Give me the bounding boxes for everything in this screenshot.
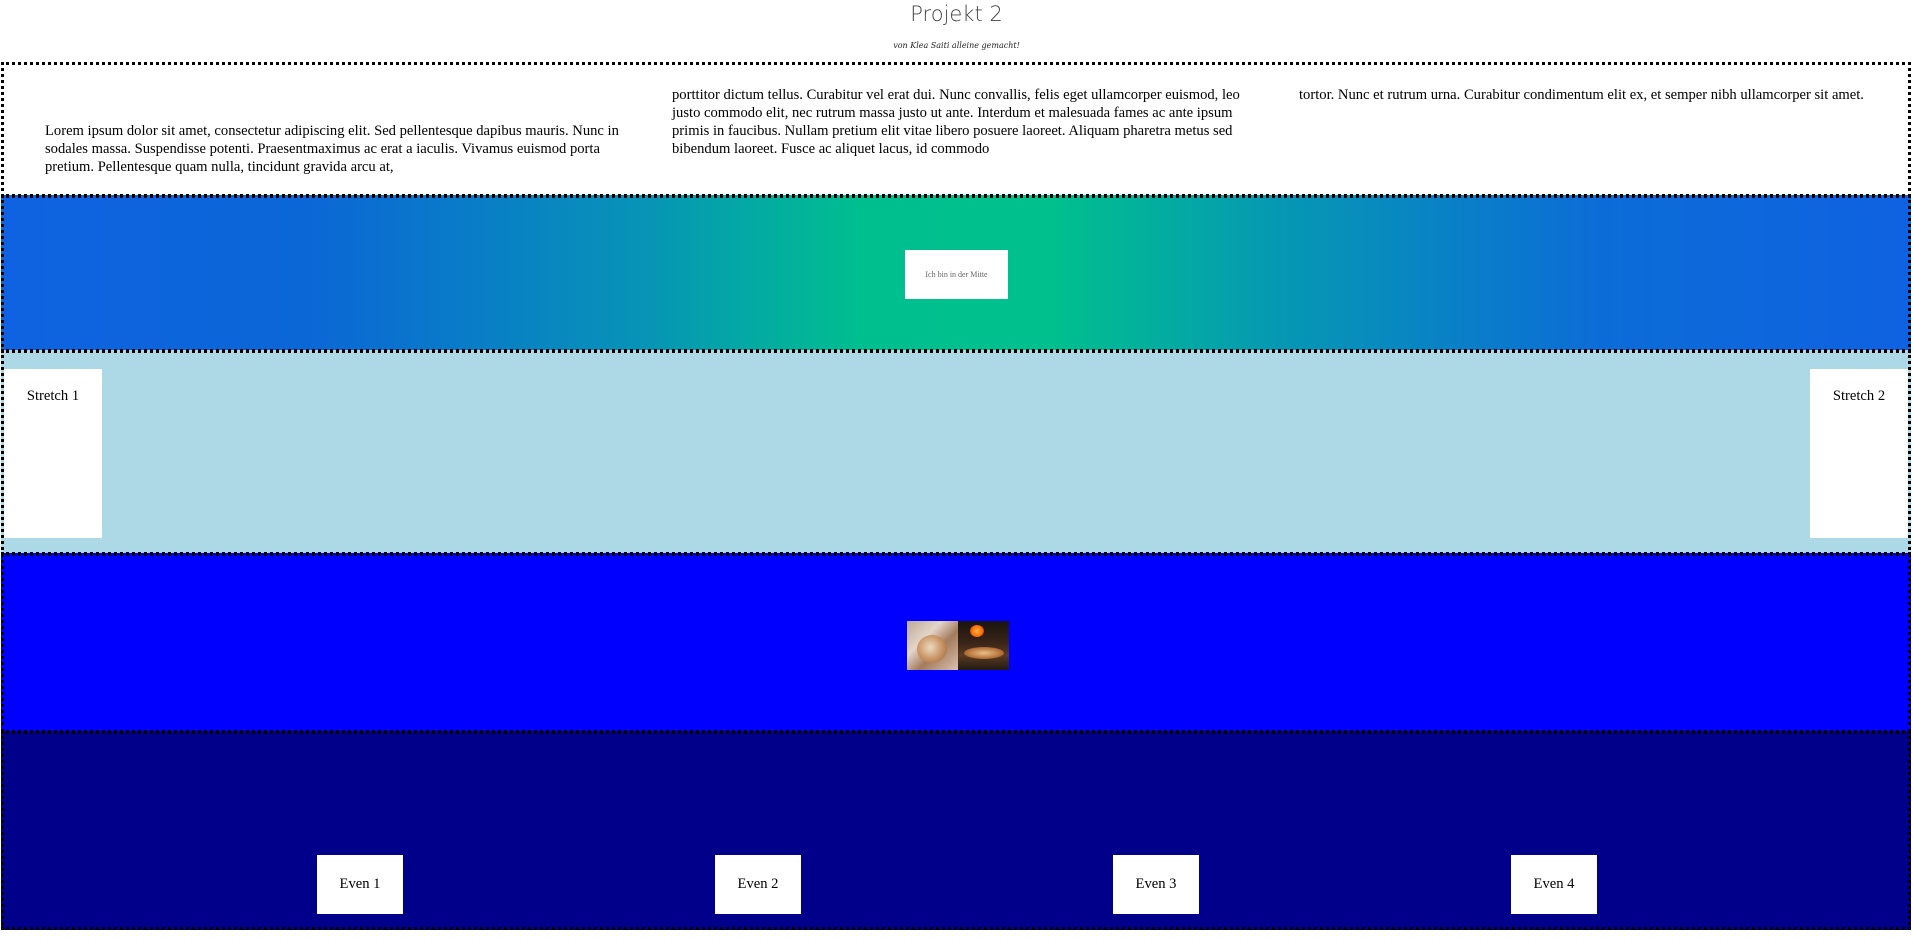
even-section: Even 1 Even 2 Even 3 Even 4 <box>1 731 1911 930</box>
even-box-4: Even 4 <box>1511 855 1597 914</box>
even-box-3: Even 3 <box>1113 855 1199 914</box>
page-bottom <box>0 930 1913 947</box>
stretch-box-1: Stretch 1 <box>4 369 102 538</box>
images-section <box>1 553 1911 733</box>
text-column-2: porttitor dictum tellus. Curabitur vel e… <box>672 87 1240 157</box>
stretch-box-2: Stretch 2 <box>1810 369 1908 538</box>
pizza-image <box>907 621 958 670</box>
page-subtitle: von Klea Saiti alleine gemacht! <box>893 41 1020 50</box>
text-column-1: Lorem ipsum dolor sit amet, consectetur … <box>45 123 619 175</box>
even-box-1: Even 1 <box>317 855 403 914</box>
stretch-section: Stretch 1 Stretch 2 <box>1 350 1911 555</box>
center-box: Ich bin in der Mitte <box>905 250 1008 299</box>
page-header: Projekt 2 von Klea Saiti alleine gemacht… <box>0 0 1913 62</box>
text-column-3: tortor. Nunc et rutrum urna. Curabitur c… <box>1299 87 1864 103</box>
image-group <box>907 621 1009 670</box>
pizza-oven-image <box>958 621 1009 670</box>
text-columns-section: Lorem ipsum dolor sit amet, consectetur … <box>1 62 1911 197</box>
gradient-section: Ich bin in der Mitte <box>1 195 1911 352</box>
page-title: Projekt 2 <box>910 2 1003 26</box>
even-box-2: Even 2 <box>715 855 801 914</box>
